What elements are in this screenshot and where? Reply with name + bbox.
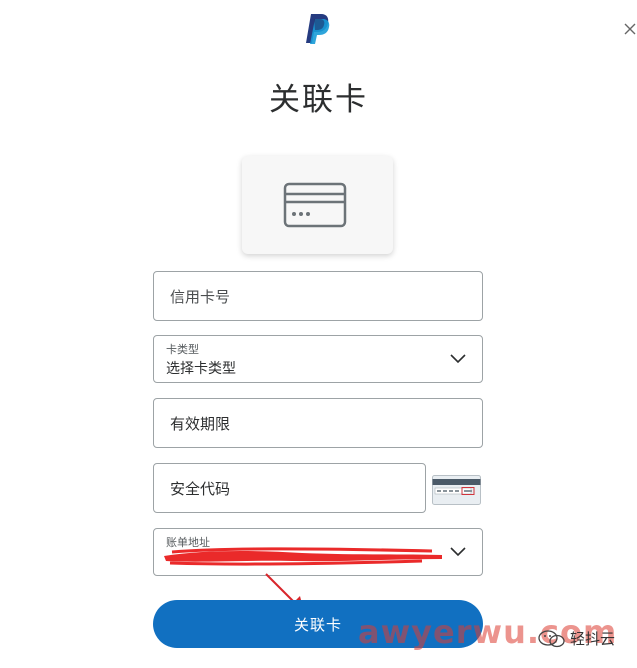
paypal-logo-icon (306, 14, 330, 44)
wechat-watermark: 轻抖云 (537, 628, 615, 649)
wechat-account-label: 轻抖云 (570, 630, 616, 648)
page-title: 关联卡 (269, 82, 368, 118)
credit-card-icon (283, 182, 347, 228)
chevron-down-icon (450, 547, 466, 557)
card-number-field[interactable]: 信用卡号 (153, 271, 483, 321)
card-type-label: 卡类型 (166, 343, 199, 356)
close-icon[interactable] (623, 22, 637, 36)
redaction-scribble (164, 547, 442, 566)
expiry-field[interactable]: 有效期限 (153, 398, 483, 448)
security-code-placeholder: 安全代码 (170, 479, 231, 498)
card-illustration (242, 156, 393, 254)
wechat-icon (538, 629, 565, 647)
card-type-value: 选择卡类型 (166, 361, 236, 377)
cvv-card-icon (432, 475, 481, 505)
security-code-field[interactable]: 安全代码 (153, 463, 426, 513)
expiry-placeholder: 有效期限 (170, 414, 231, 433)
card-number-placeholder: 信用卡号 (170, 287, 231, 306)
card-type-select[interactable]: 卡类型 选择卡类型 (153, 335, 483, 383)
chevron-down-icon (450, 354, 466, 364)
link-card-dialog: 关联卡 信用卡号 卡类型 选择卡类型 有效期限 安全代码 账单地址 关联卡 aw… (0, 0, 637, 668)
